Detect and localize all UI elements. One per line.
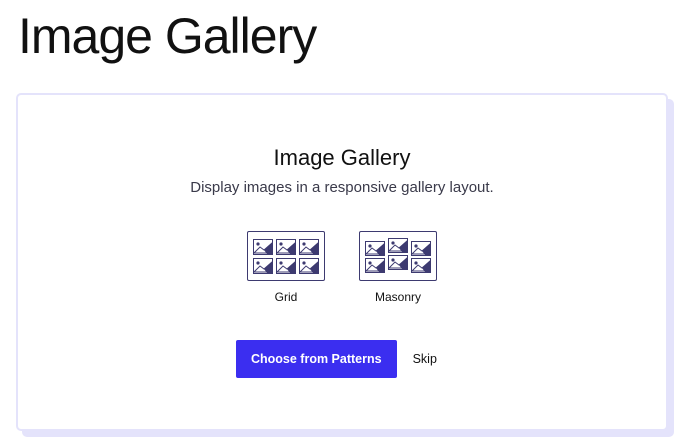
image-grid-icon [253,239,319,274]
choose-from-patterns-button[interactable]: Choose from Patterns [236,340,397,378]
variation-masonry[interactable]: Masonry [353,231,443,304]
skip-button[interactable]: Skip [413,348,437,370]
variation-grid[interactable]: Grid [241,231,331,304]
variation-masonry-label: Masonry [374,290,421,304]
page-title[interactable]: Image Gallery [18,2,317,70]
gallery-placeholder-card[interactable]: Image Gallery Display images in a respon… [16,93,668,431]
variation-grid-thumbnail[interactable] [247,231,325,281]
editor-canvas: Image Gallery Image Gallery Display imag… [0,0,691,448]
variation-grid-label: Grid [274,290,298,304]
placeholder-actions: Choose from Patterns Skip [236,340,437,378]
block-description: Display images in a responsive gallery l… [190,179,494,196]
variation-picker: Grid Masonry [18,231,666,304]
variation-masonry-thumbnail[interactable] [359,231,437,281]
image-masonry-icon [365,238,431,273]
block-title: Image Gallery [273,145,411,170]
